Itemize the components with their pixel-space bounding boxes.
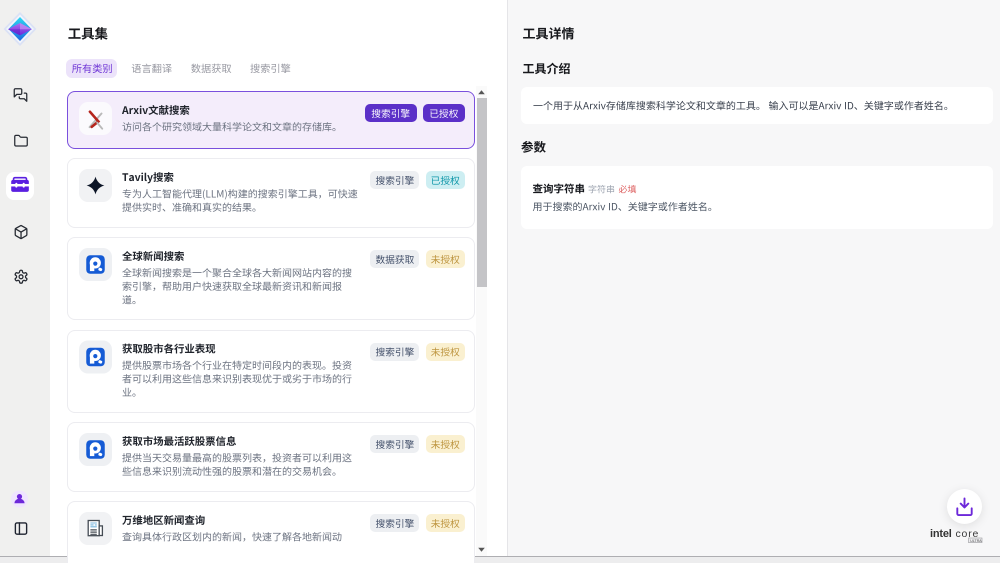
svg-text:ULTRA: ULTRA: [970, 539, 982, 543]
svg-text:intel: intel: [930, 528, 952, 540]
